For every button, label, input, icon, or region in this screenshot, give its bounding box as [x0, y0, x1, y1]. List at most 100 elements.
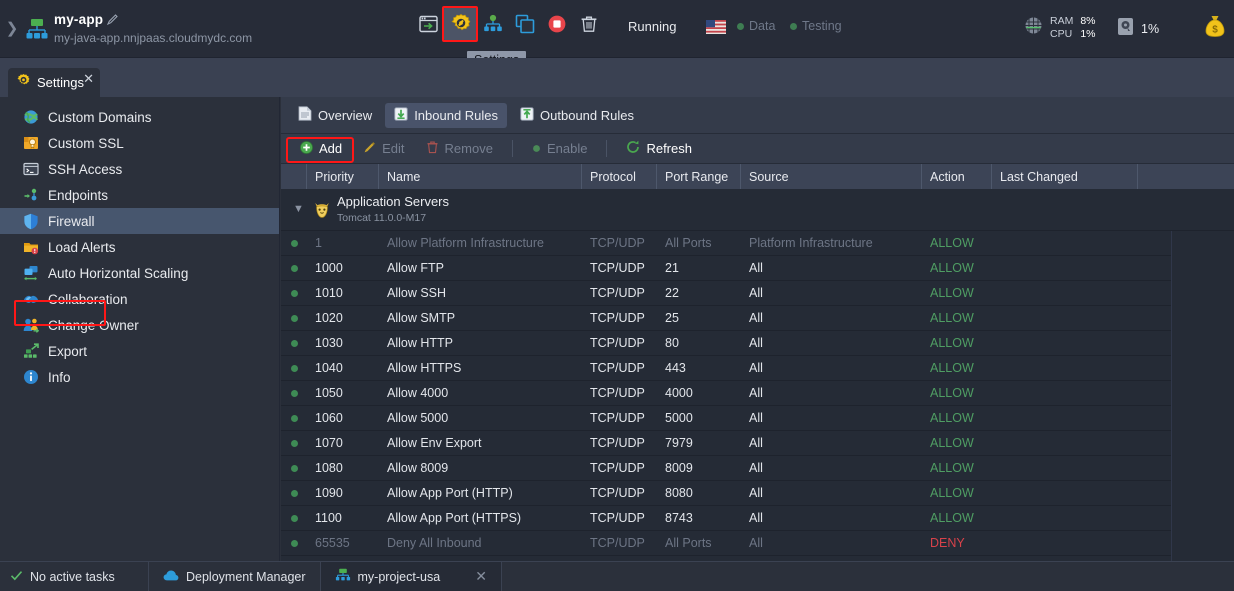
pencil-icon[interactable] — [106, 13, 119, 26]
sidebar-item-firewall[interactable]: Firewall — [0, 208, 279, 234]
table-row[interactable]: 1010 Allow SSH TCP/UDP 22 All ALLOW — [281, 281, 1172, 306]
cell-protocol: TCP/UDP — [590, 486, 645, 500]
cell-protocol: TCP/UDP — [590, 261, 645, 275]
clone-environment-button[interactable] — [514, 13, 536, 35]
money-bag-icon[interactable]: $ — [1204, 14, 1226, 38]
cell-protocol: TCP/UDP — [590, 511, 645, 525]
chevron-down-icon[interactable]: ▼ — [293, 203, 304, 215]
sidebar-item-label: Collaboration — [48, 291, 128, 307]
disk-usage-group[interactable]: 1% — [1117, 17, 1159, 41]
settings-button[interactable] — [444, 7, 478, 41]
cell-priority: 1 — [315, 236, 322, 250]
env-tag-data[interactable]: Data — [737, 19, 775, 33]
cell-source: Platform Infrastructure — [749, 236, 873, 250]
active-tasks-indicator[interactable]: No active tasks — [0, 562, 149, 591]
application-window: ❯ my-app my-java-app.nnjpaas.cloudmydc.c… — [0, 0, 1234, 591]
cell-name: Allow HTTP — [387, 336, 453, 350]
sidebar-item-change-owner[interactable]: Change Owner — [0, 312, 279, 338]
tab-overview[interactable]: Overview — [289, 103, 381, 128]
column-header-extra[interactable] — [1138, 164, 1234, 189]
sidebar-item-endpoints[interactable]: Endpoints — [0, 182, 279, 208]
table-row[interactable]: 1070 Allow Env Export TCP/UDP 7979 All A… — [281, 431, 1172, 456]
arrow-up-box-icon — [520, 106, 534, 124]
table-row[interactable]: 65535 Deny All Inbound TCP/UDP All Ports… — [281, 531, 1172, 556]
rule-state-dot-icon — [281, 489, 307, 497]
rule-state-dot-icon — [281, 314, 307, 322]
sidebar-item-auto-horizontal-scaling[interactable]: Auto Horizontal Scaling — [0, 260, 279, 286]
resource-labels: RAM CPU — [1050, 15, 1073, 41]
cell-port-range: 4000 — [665, 386, 693, 400]
cell-source: All — [749, 336, 763, 350]
sidebar-item-collaboration[interactable]: Collaboration — [0, 286, 279, 312]
change-topology-button[interactable] — [482, 13, 504, 35]
column-header-state[interactable] — [281, 164, 307, 189]
table-row[interactable]: 1040 Allow HTTPS TCP/UDP 443 All ALLOW — [281, 356, 1172, 381]
add-button[interactable]: Add — [292, 138, 350, 160]
column-header-name[interactable]: Name — [379, 164, 582, 189]
remove-button-label: Remove — [444, 141, 493, 156]
us-flag-icon — [706, 20, 726, 34]
tab-outbound-rules[interactable]: Outbound Rules — [511, 103, 643, 128]
expand-environment-icon[interactable]: ❯ — [4, 20, 20, 38]
table-row[interactable]: 1030 Allow HTTP TCP/UDP 80 All ALLOW — [281, 331, 1172, 356]
column-header-source[interactable]: Source — [741, 164, 922, 189]
rule-state-dot-icon — [281, 464, 307, 472]
table-row[interactable]: 1080 Allow 8009 TCP/UDP 8009 All ALLOW — [281, 456, 1172, 481]
table-row[interactable]: 1000 Allow FTP TCP/UDP 21 All ALLOW — [281, 256, 1172, 281]
bottom-tab-my-project-usa[interactable]: my-project-usa ✕ — [320, 562, 502, 591]
enable-button-label: Enable — [546, 141, 588, 156]
env-tag-testing[interactable]: Testing — [790, 19, 842, 33]
rule-state-dot-icon — [281, 414, 307, 422]
cell-priority: 1010 — [315, 286, 343, 300]
table-row[interactable]: 1050 Allow 4000 TCP/UDP 4000 All ALLOW — [281, 381, 1172, 406]
sidebar-item-custom-domains[interactable]: Custom Domains — [0, 104, 279, 130]
cell-last-changed — [992, 356, 1138, 381]
bottom-tab-deployment-manager[interactable]: Deployment Manager — [149, 562, 321, 591]
cell-priority: 1030 — [315, 336, 343, 350]
column-header-port-range[interactable]: Port Range — [657, 164, 741, 189]
resource-usage-group[interactable]: RAM CPU 8% 1% — [1024, 15, 1096, 41]
cell-protocol: TCP/UDP — [590, 286, 645, 300]
tab-settings[interactable]: Settings ✕ — [8, 68, 100, 97]
table-row[interactable]: 1100 Allow App Port (HTTPS) TCP/UDP 8743… — [281, 506, 1172, 531]
delete-environment-button[interactable] — [578, 13, 600, 35]
environment-name: my-app — [54, 12, 104, 27]
cell-priority: 1040 — [315, 361, 343, 375]
sidebar-item-label: Load Alerts — [48, 239, 116, 255]
remove-button[interactable]: Remove — [418, 138, 501, 160]
column-header-last-changed[interactable]: Last Changed — [992, 164, 1138, 189]
tab-inbound-rules[interactable]: Inbound Rules — [385, 102, 508, 128]
cell-last-changed — [992, 281, 1138, 306]
table-row[interactable]: 1060 Allow 5000 TCP/UDP 5000 All ALLOW — [281, 406, 1172, 431]
sidebar-item-custom-ssl[interactable]: Custom SSL — [0, 130, 279, 156]
column-header-protocol[interactable]: Protocol — [582, 164, 657, 189]
enable-button[interactable]: Enable — [524, 138, 595, 160]
sidebar-item-ssh-access[interactable]: SSH Access — [0, 156, 279, 182]
tab-overview-label: Overview — [318, 107, 373, 123]
cell-port-range: 25 — [665, 311, 679, 325]
table-row[interactable]: 1090 Allow App Port (HTTP) TCP/UDP 8080 … — [281, 481, 1172, 506]
cell-action: ALLOW — [930, 261, 974, 275]
cell-port-range: 21 — [665, 261, 679, 275]
open-in-browser-button[interactable] — [418, 13, 440, 35]
edit-button[interactable]: Edit — [355, 138, 412, 160]
sidebar-item-info[interactable]: Info — [0, 364, 279, 390]
cell-last-changed — [992, 331, 1138, 356]
stop-environment-button[interactable] — [546, 13, 568, 35]
refresh-button[interactable]: Refresh — [618, 138, 700, 160]
column-header-priority[interactable]: Priority — [307, 164, 379, 189]
cell-action: DENY — [930, 536, 965, 550]
cell-last-changed — [992, 256, 1138, 281]
sidebar-item-export[interactable]: Export — [0, 338, 279, 364]
cell-name: Allow SSH — [387, 286, 447, 300]
rule-state-dot-icon — [281, 264, 307, 272]
tomcat-icon — [312, 200, 332, 220]
close-icon[interactable]: ✕ — [475, 568, 487, 585]
table-row[interactable]: 1 Allow Platform Infrastructure TCP/UDP … — [281, 231, 1172, 256]
column-header-action[interactable]: Action — [922, 164, 992, 189]
sidebar-item-load-alerts[interactable]: Load Alerts — [0, 234, 279, 260]
rule-group-header[interactable]: ▼ Application Servers Tomcat 11.0.0-M17 — [281, 189, 1234, 231]
table-row[interactable]: 1020 Allow SMTP TCP/UDP 25 All ALLOW — [281, 306, 1172, 331]
environment-domain[interactable]: my-java-app.nnjpaas.cloudmydc.com — [54, 31, 252, 45]
close-icon[interactable]: ✕ — [83, 72, 94, 85]
